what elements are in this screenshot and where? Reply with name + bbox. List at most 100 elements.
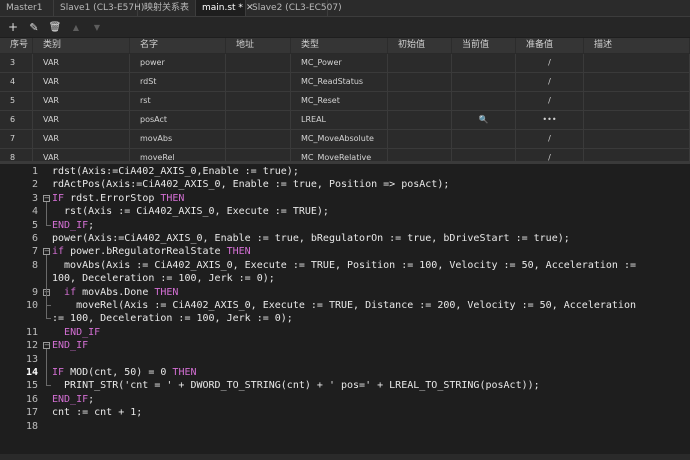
tab-4[interactable]: Slave2 (CL3-EC507) [246,0,342,16]
cell-init [388,130,452,148]
table-row[interactable]: 7 VAR movAbs MC_MoveAbsolute / [0,130,690,149]
cell-desc [584,92,690,110]
fold-toggle-icon[interactable]: − [43,248,50,256]
cell-cur[interactable] [452,130,516,148]
code-line[interactable]: 2 rdActPos(Axis:=CiA402_AXIS_0, Enable :=… [0,178,690,191]
code-text: END_IF; [52,219,95,231]
tab-0[interactable]: Master1 [0,0,54,16]
cell-name: posAct [130,111,226,129]
column-header[interactable]: 描述 [584,38,690,53]
code-line[interactable]: 10 moveRel(Axis := CiA402_AXIS_0, Execut… [0,299,690,312]
cell-type: MC_Reset [291,92,388,110]
code-line[interactable]: 100, Deceleration := 100, Jerk := 0); [0,272,690,285]
fold-toggle-icon[interactable]: − [43,194,50,202]
line-number: 16 [25,393,38,405]
table-row[interactable]: 3 VAR power MC_Power / [0,54,690,73]
table-row[interactable]: 4 VAR rdSt MC_ReadStatus / [0,73,690,92]
code-text: if movAbs.Done THEN [64,286,179,298]
code-text: moveRel(Axis := CiA402_AXIS_0, Execute :… [52,300,636,311]
fold-guide [46,201,47,225]
editor-tab-bar: Master1 Slave1 (CL3-E57H) 映射关系表 main.st * ✕ S… [0,0,690,17]
column-header[interactable]: 类别 [33,38,130,53]
code-line[interactable]: 8 movAbs(Axis := CiA402_AXIS_0, Execute … [0,259,690,272]
fold-toggle-icon[interactable]: − [43,342,50,350]
table-row[interactable]: 5 VAR rst MC_Reset / [0,92,690,111]
cell-cur[interactable] [452,92,516,110]
cell-init [388,111,452,129]
cell-addr [226,130,291,148]
tab-label: Slave1 (CL3-E57H) [60,3,145,13]
code-text: cnt := cnt + 1; [52,407,143,419]
code-line[interactable]: 15 PRINT_STR('cnt = ' + DWORD_TO_STRING(… [0,379,690,392]
code-line[interactable]: 16 END_IF; [0,393,690,406]
tab-1[interactable]: Slave1 (CL3-E57H) [54,0,144,16]
code-line[interactable]: 1 rdst(Axis:=CiA402_AXIS_0,Enable := true… [0,165,690,178]
fold-guide-end [46,385,51,387]
line-number: 5 [31,219,38,231]
code-line[interactable]: 13 [0,353,690,366]
code-text: rst(Axis := CiA402_AXIS_0, Execute := TR… [52,206,329,218]
tab-label: main.st * [202,3,243,13]
code-line[interactable]: 18 [0,420,690,433]
code-line[interactable]: 12− END_IF [0,339,690,352]
cell-addr [226,92,291,110]
column-header[interactable]: 准备值 [516,38,584,53]
column-header[interactable]: 名字 [130,38,226,53]
cell-prep[interactable]: ••• [516,111,584,129]
code-text: power(Axis:=CiA402_AXIS_0, Enable := tru… [52,233,570,244]
cell-cur[interactable]: 🔍 [452,111,516,129]
code-line[interactable]: 6 power(Axis:=CiA402_AXIS_0, Enable := tr… [0,232,690,245]
column-header[interactable]: 初始值 [388,38,452,53]
code-line[interactable]: 17 cnt := cnt + 1; [0,406,690,419]
code-text: END_IF [64,326,101,338]
cell-cur[interactable] [452,54,516,72]
code-text: IF rdst.ErrorStop THEN [52,192,185,204]
cell-init [388,73,452,91]
code-line[interactable]: 4 rst(Axis := CiA402_AXIS_0, Execute := … [0,205,690,218]
code-line[interactable]: 11 END_IF [0,326,690,339]
code-line[interactable]: 7− if power.bRegulatorRealState THEN [0,245,690,258]
code-line[interactable]: 3− IF rdst.ErrorStop THEN [0,192,690,205]
cell-prep[interactable]: / [516,92,584,110]
cell-cat: VAR [33,111,130,129]
code-line[interactable]: 14 IF MOD(cnt, 50) = 0 THEN [0,366,690,379]
plus-icon[interactable]: + [5,19,21,35]
edit-icon[interactable]: ✎ [26,19,42,35]
cell-prep[interactable]: / [516,54,584,72]
column-header[interactable]: 当前值 [452,38,516,53]
code-editor[interactable]: 1 rdst(Axis:=CiA402_AXIS_0,Enable := true… [0,164,690,454]
tab-3[interactable]: main.st * ✕ [196,0,253,16]
line-number: 6 [31,233,38,244]
cell-type: LREAL [291,111,388,129]
line-number: 9 [31,286,38,298]
cell-prep[interactable]: / [516,130,584,148]
column-header[interactable]: 序号 [0,38,33,53]
fold-guide [46,349,47,386]
column-header[interactable]: 类型 [291,38,388,53]
line-number: 8 [31,259,38,271]
column-header[interactable]: 地址 [226,38,291,53]
table-row[interactable]: 6 VAR posAct LREAL 🔍 ••• [0,111,690,130]
fold-guide-end [46,305,51,306]
code-text: PRINT_STR('cnt = ' + DWORD_TO_STRING(cnt… [52,380,540,392]
line-number: 7 [31,246,38,258]
trash-icon[interactable]: 🗑 [47,19,63,35]
code-text: 100, Deceleration := 100, Jerk := 0); [52,273,275,285]
code-line[interactable]: 9− if movAbs.Done THEN [0,286,690,299]
arrow-up-icon[interactable]: ▲ [68,19,84,35]
cell-cat: VAR [33,130,130,148]
fold-guide-end [46,224,51,226]
tab-2[interactable]: 映射关系表 [138,0,196,16]
cell-cur[interactable] [452,73,516,91]
tab-label: Slave2 (CL3-EC507) [252,3,342,13]
cell-type: MC_ReadStatus [291,73,388,91]
cell-name: rst [130,92,226,110]
code-line[interactable]: 5 END_IF; [0,219,690,232]
code-text: END_IF; [52,393,95,405]
line-number: 4 [31,206,38,218]
line-number: 12 [25,340,38,352]
cell-prep[interactable]: / [516,73,584,91]
code-text: IF MOD(cnt, 50) = 0 THEN [52,367,197,378]
code-line[interactable]: := 100, Deceleration := 100, Jerk := 0); [0,312,690,325]
arrow-down-icon[interactable]: ▼ [89,19,105,35]
